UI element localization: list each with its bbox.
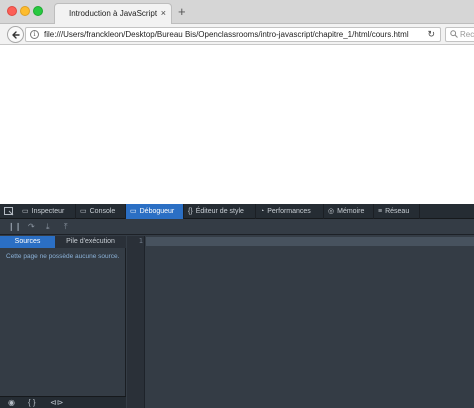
- devtools-tab-debugger[interactable]: ▭ Débogueur: [126, 204, 184, 219]
- reload-icon[interactable]: ↻: [427, 29, 435, 40]
- devtools-panel: ▭ Inspecteur ▭ Console ▭ Débogueur {} Éditeu…: [0, 204, 474, 408]
- style-editor-icon: {}: [188, 208, 193, 215]
- new-tab-button[interactable]: +: [178, 5, 186, 18]
- pause-icon[interactable]: ❙❙: [8, 222, 21, 232]
- console-icon: ▭: [80, 208, 87, 215]
- step-in-icon[interactable]: ⤓: [46, 222, 50, 232]
- devtools-tab-label: Éditeur de style: [195, 208, 244, 215]
- tab-close-icon[interactable]: ×: [161, 8, 166, 18]
- back-button[interactable]: [7, 26, 24, 43]
- devtools-tab-label: Inspecteur: [31, 208, 65, 215]
- devtools-toolbar: ▭ Inspecteur ▭ Console ▭ Débogueur {} Éditeu…: [0, 204, 474, 219]
- element-picker-icon[interactable]: [4, 207, 14, 216]
- subtab-call-stack[interactable]: Pile d'exécution: [55, 236, 126, 248]
- browser-tab[interactable]: Introduction à JavaScript ×: [54, 3, 172, 24]
- devtools-tab-label: Mémoire: [337, 208, 365, 215]
- memory-icon: ◎: [328, 208, 335, 215]
- network-icon: ≡: [378, 208, 383, 215]
- window-maximize-button[interactable]: [33, 6, 43, 16]
- page-content: [0, 46, 474, 204]
- tab-title: Introduction à JavaScript: [69, 9, 158, 18]
- debugger-icon: ▭: [130, 208, 137, 215]
- active-line-highlight: [146, 237, 474, 246]
- source-editor[interactable]: 1: [127, 236, 474, 408]
- devtools-tab-console[interactable]: ▭ Console: [76, 204, 126, 219]
- devtools-tab-label: Console: [89, 208, 116, 215]
- step-out-icon[interactable]: ⤒: [64, 222, 68, 232]
- no-source-message: Cette page ne possède aucune source.: [6, 253, 120, 260]
- inspector-icon: ▭: [22, 208, 29, 215]
- sources-footer: ◉ { } ⊲⊳: [0, 396, 126, 408]
- navigation-bar: i file:///Users/franckleon/Desktop/Burea…: [0, 24, 474, 45]
- search-placeholder: Rech: [460, 30, 474, 39]
- url-bar[interactable]: i file:///Users/franckleon/Desktop/Burea…: [25, 27, 441, 42]
- devtools-tab-label: Réseau: [385, 208, 410, 215]
- pretty-print-icon[interactable]: { }: [28, 398, 36, 408]
- debugger-controls: ❙❙ ↷ ⤓ ⤒: [0, 220, 474, 235]
- window-close-button[interactable]: [7, 6, 17, 16]
- devtools-tab-performance[interactable]: ◔ Performances: [256, 204, 324, 219]
- url-text[interactable]: file:///Users/franckleon/Desktop/Bureau …: [44, 30, 409, 39]
- devtools-tab-memory[interactable]: ◎ Mémoire: [324, 204, 374, 219]
- sources-subtabs: Sources Pile d'exécution: [0, 236, 126, 248]
- toggle-panes-icon[interactable]: ⊲⊳: [50, 398, 63, 408]
- step-over-icon[interactable]: ↷: [28, 222, 35, 232]
- browser-tabstrip: Introduction à JavaScript × +: [0, 0, 474, 24]
- window-minimize-button[interactable]: [20, 6, 30, 16]
- search-icon: [450, 30, 458, 38]
- devtools-tab-network[interactable]: ≡ Réseau: [374, 204, 420, 219]
- devtools-tab-inspector[interactable]: ▭ Inspecteur: [18, 204, 76, 219]
- performance-icon: ◔: [260, 208, 265, 215]
- subtab-sources[interactable]: Sources: [0, 236, 55, 248]
- sources-pane: Sources Pile d'exécution Cette page ne p…: [0, 236, 126, 408]
- devtools-tab-label: Débogueur: [139, 208, 175, 215]
- blackbox-icon[interactable]: ◉: [8, 398, 15, 408]
- line-gutter: 1: [127, 236, 145, 408]
- line-number[interactable]: 1: [127, 237, 143, 245]
- info-icon[interactable]: i: [30, 30, 39, 39]
- devtools-tab-style-editor[interactable]: {} Éditeur de style: [184, 204, 256, 219]
- devtools-tab-label: Performances: [267, 208, 311, 215]
- search-box[interactable]: Rech: [445, 27, 474, 42]
- back-arrow-icon: [12, 31, 20, 39]
